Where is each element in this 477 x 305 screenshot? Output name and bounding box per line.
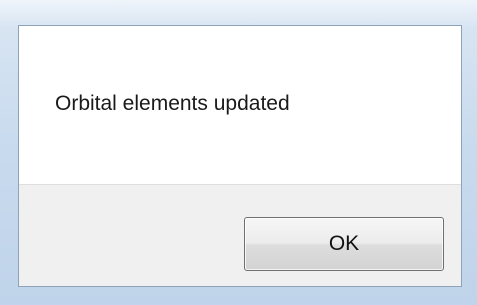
message-text: Orbital elements updated xyxy=(55,92,290,115)
message-dialog: Orbital elements updated OK xyxy=(18,25,462,287)
button-bar: OK xyxy=(19,184,461,286)
ok-button[interactable]: OK xyxy=(244,217,444,271)
message-area: Orbital elements updated xyxy=(19,26,461,184)
title-bar[interactable] xyxy=(0,0,477,28)
